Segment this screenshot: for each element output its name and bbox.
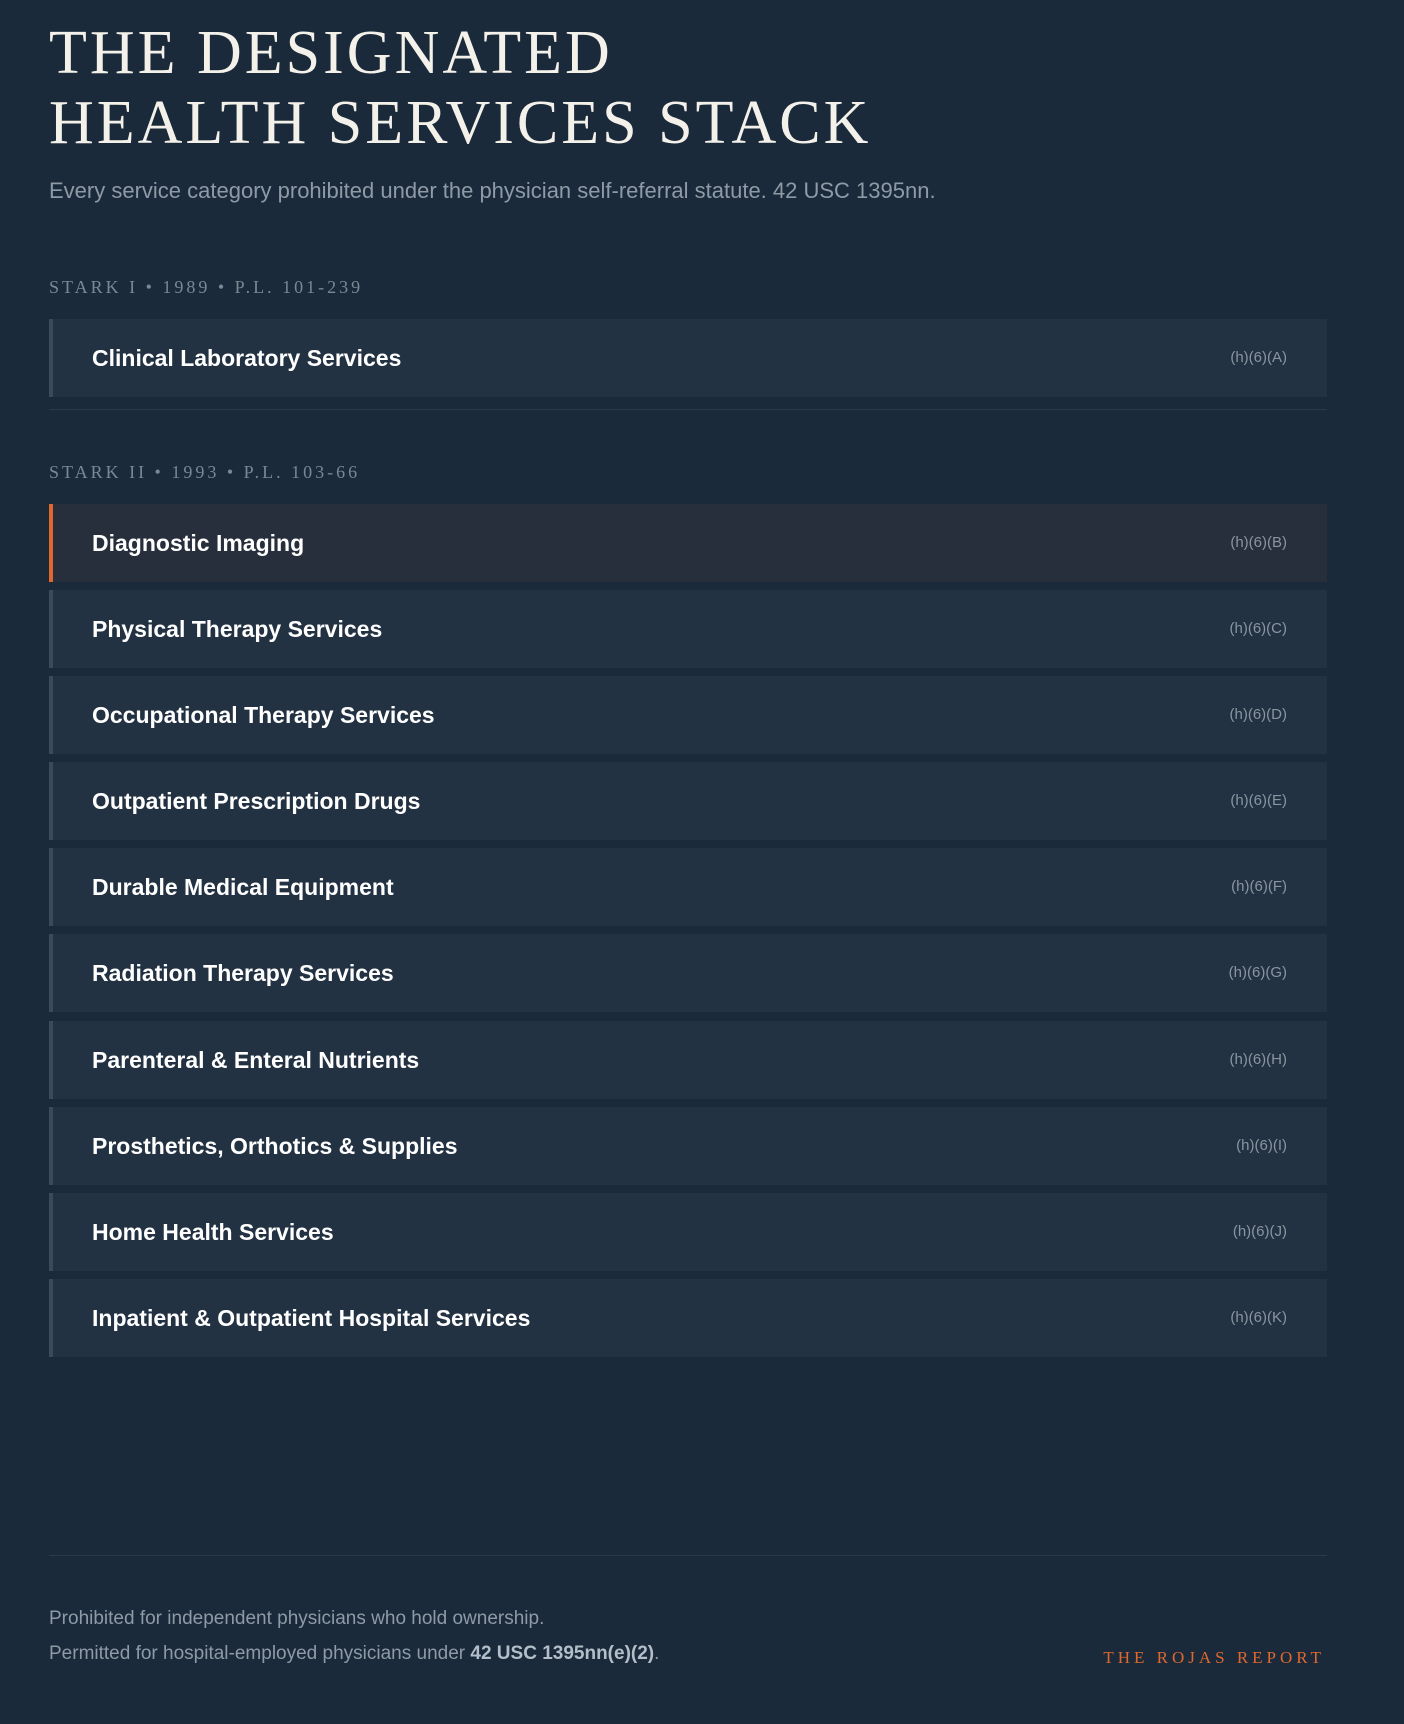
row-durable-medical-equipment[interactable]: Durable Medical Equipment (h)(6)(F) bbox=[49, 848, 1327, 926]
footer-divider bbox=[49, 1555, 1327, 1556]
row-prosthetics-orthotics-supplies[interactable]: Prosthetics, Orthotics & Supplies (h)(6)… bbox=[49, 1107, 1327, 1185]
row-citation: (h)(6)(E) bbox=[1230, 792, 1287, 809]
footer-line-2: Permitted for hospital-employed physicia… bbox=[49, 1636, 659, 1671]
footer-line-1: Prohibited for independent physicians wh… bbox=[49, 1608, 545, 1629]
row-name: Occupational Therapy Services bbox=[92, 702, 435, 728]
footer-line-2-text: Permitted for hospital-employed physicia… bbox=[49, 1643, 471, 1664]
row-citation: (h)(6)(C) bbox=[1229, 620, 1288, 637]
row-name: Durable Medical Equipment bbox=[92, 874, 394, 900]
page-subtitle: Every service category prohibited under … bbox=[49, 178, 936, 203]
row-occupational-therapy-services[interactable]: Occupational Therapy Services (h)(6)(D) bbox=[49, 676, 1327, 754]
row-name: Physical Therapy Services bbox=[92, 616, 383, 642]
section-divider bbox=[49, 409, 1327, 410]
row-citation: (h)(6)(F) bbox=[1231, 878, 1287, 895]
row-radiation-therapy-services[interactable]: Radiation Therapy Services (h)(6)(G) bbox=[49, 934, 1327, 1012]
row-citation: (h)(6)(G) bbox=[1228, 964, 1287, 981]
row-outpatient-prescription-drugs[interactable]: Outpatient Prescription Drugs (h)(6)(E) bbox=[49, 762, 1327, 840]
row-diagnostic-imaging[interactable]: Diagnostic Imaging (h)(6)(B) bbox=[49, 504, 1327, 582]
row-name: Home Health Services bbox=[92, 1219, 334, 1245]
row-citation: (h)(6)(B) bbox=[1230, 534, 1287, 551]
row-physical-therapy-services[interactable]: Physical Therapy Services (h)(6)(C) bbox=[49, 590, 1327, 668]
page-title: THE DESIGNATED HEALTH SERVICES STACK bbox=[49, 18, 871, 158]
row-name: Radiation Therapy Services bbox=[92, 960, 394, 986]
page: THE DESIGNATED HEALTH SERVICES STACK Eve… bbox=[49, 0, 1327, 1724]
row-name: Clinical Laboratory Services bbox=[92, 345, 402, 371]
row-citation: (h)(6)(H) bbox=[1229, 1051, 1288, 1068]
row-citation: (h)(6)(I) bbox=[1236, 1137, 1287, 1154]
row-name: Diagnostic Imaging bbox=[92, 530, 305, 556]
row-citation: (h)(6)(K) bbox=[1230, 1309, 1287, 1326]
row-clinical-laboratory-services[interactable]: Clinical Laboratory Services (h)(6)(A) bbox=[49, 319, 1327, 397]
section-label-stark-1: STARK I • 1989 • P.L. 101-239 bbox=[49, 277, 364, 297]
row-name: Outpatient Prescription Drugs bbox=[92, 788, 421, 814]
brand-wordmark: THE ROJAS REPORT bbox=[1103, 1648, 1325, 1667]
footer-notes: Prohibited for independent physicians wh… bbox=[49, 1601, 659, 1671]
row-citation: (h)(6)(A) bbox=[1230, 349, 1287, 366]
row-name: Prosthetics, Orthotics & Supplies bbox=[92, 1133, 458, 1159]
section-label-stark-2: STARK II • 1993 • P.L. 103-66 bbox=[49, 462, 361, 482]
row-home-health-services[interactable]: Home Health Services (h)(6)(J) bbox=[49, 1193, 1327, 1271]
row-name: Parenteral & Enteral Nutrients bbox=[92, 1047, 420, 1073]
title-line-1: THE DESIGNATED bbox=[49, 19, 613, 87]
row-name: Inpatient & Outpatient Hospital Services bbox=[92, 1305, 531, 1331]
row-parenteral-enteral-nutrients[interactable]: Parenteral & Enteral Nutrients (h)(6)(H) bbox=[49, 1021, 1327, 1099]
footer-citation: 42 USC 1395nn(e)(2) bbox=[470, 1643, 655, 1664]
title-line-2: HEALTH SERVICES STACK bbox=[49, 89, 872, 157]
row-citation: (h)(6)(J) bbox=[1232, 1223, 1287, 1240]
row-citation: (h)(6)(D) bbox=[1229, 706, 1288, 723]
footer-line-2-end: . bbox=[654, 1643, 660, 1664]
row-inpatient-outpatient-hospital-services[interactable]: Inpatient & Outpatient Hospital Services… bbox=[49, 1279, 1327, 1357]
